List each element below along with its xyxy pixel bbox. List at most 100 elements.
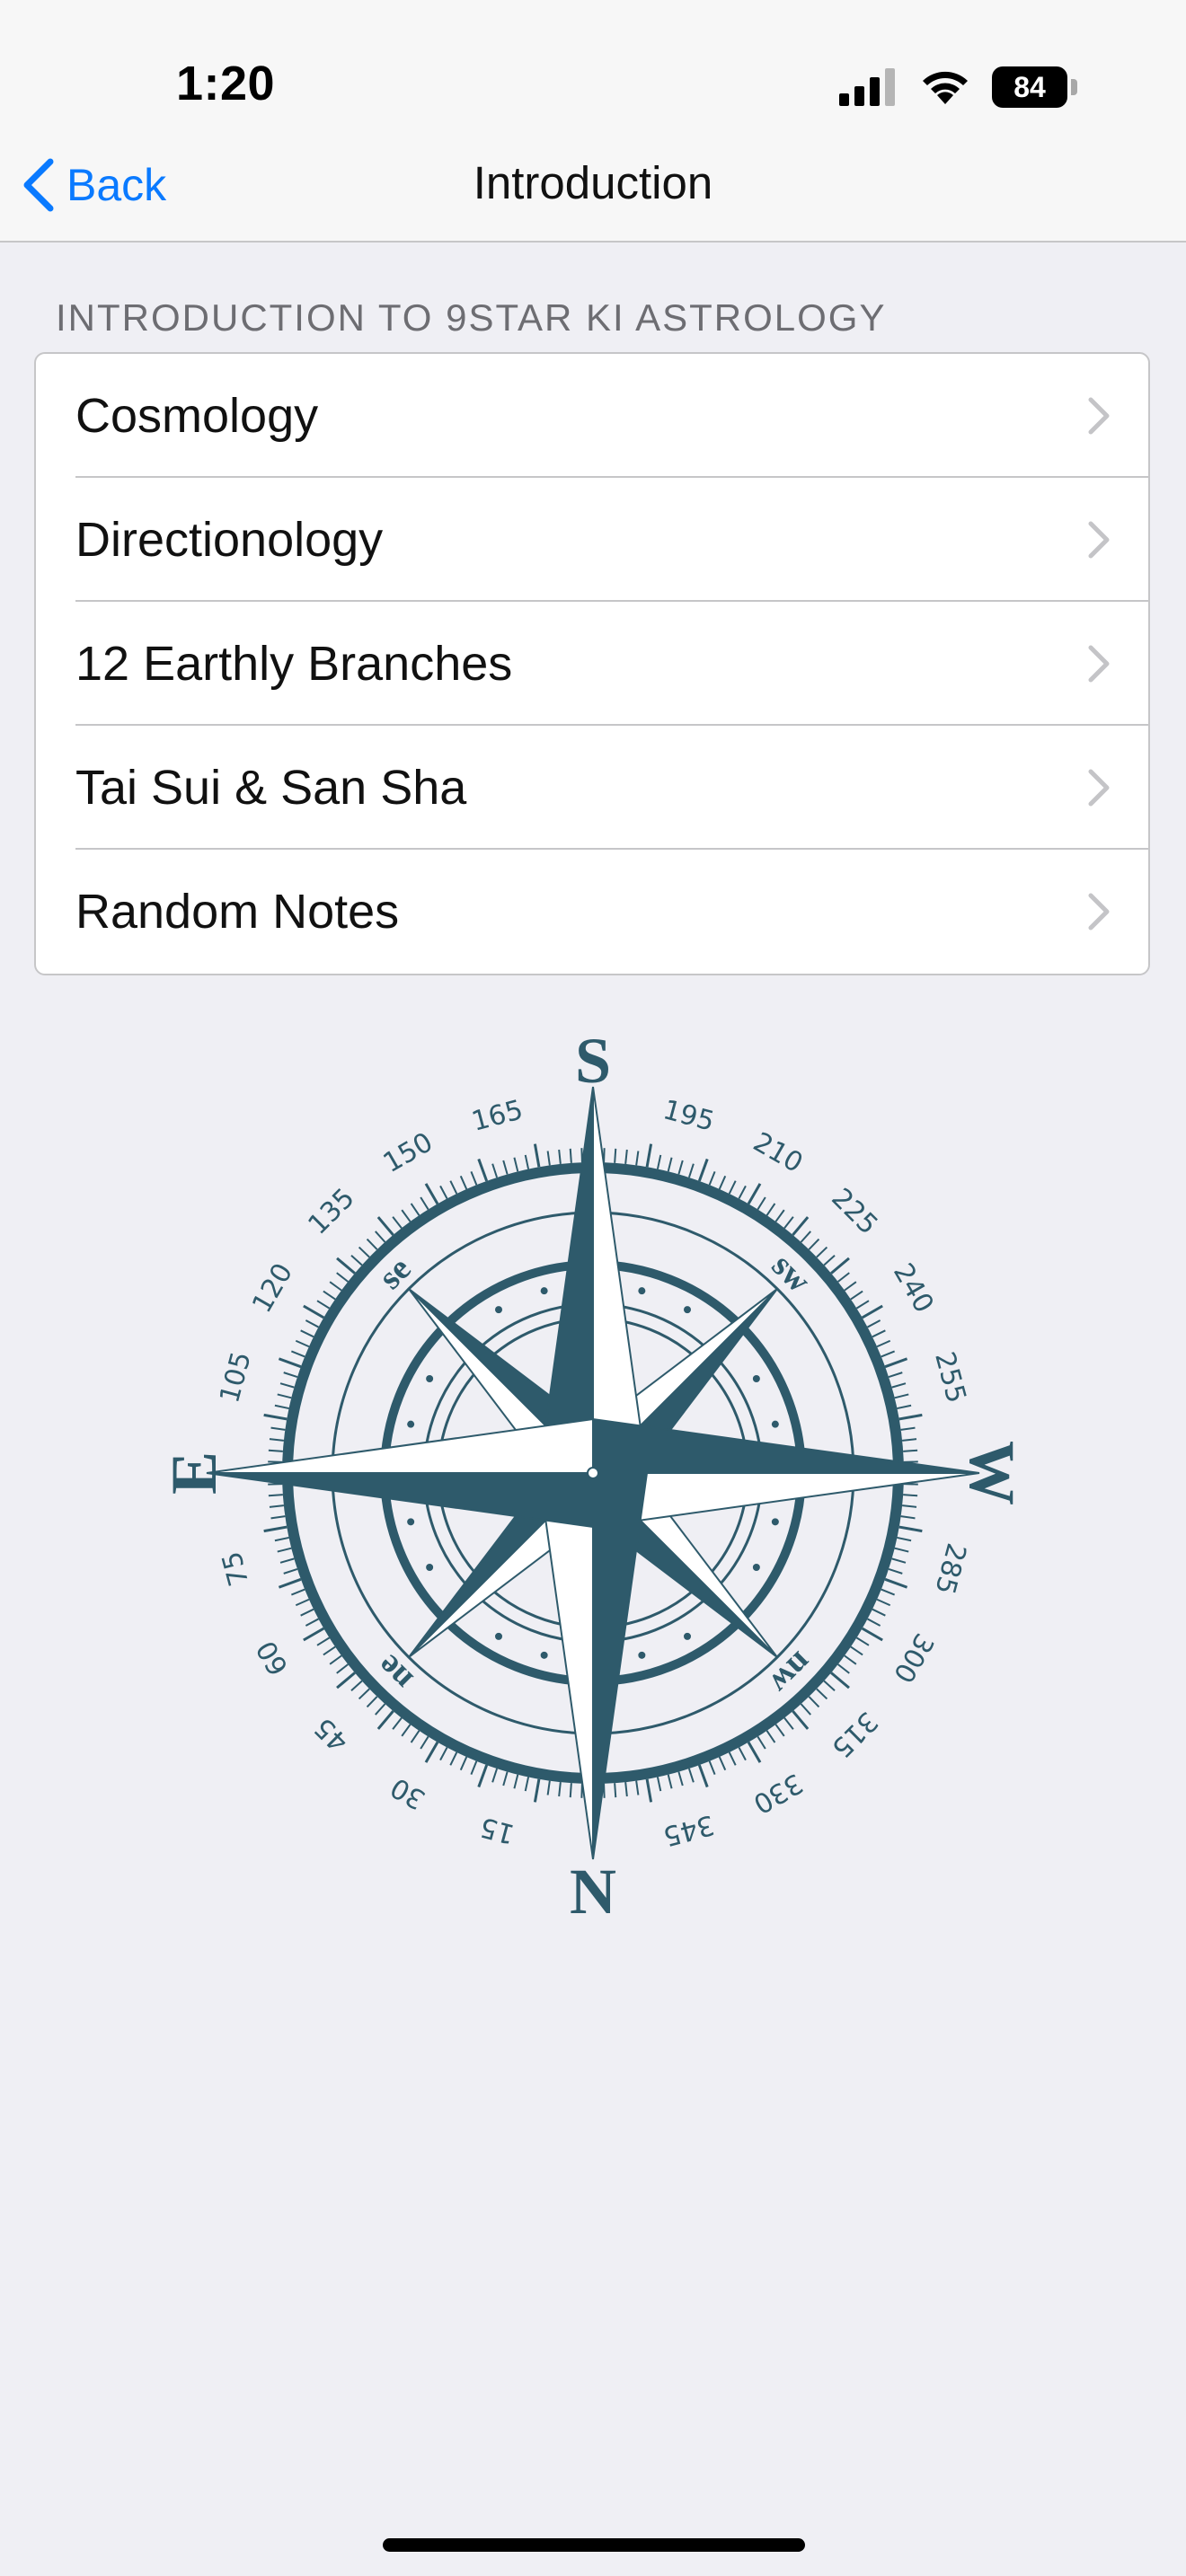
compass-tick <box>316 1636 331 1646</box>
compass-tick <box>439 1185 448 1199</box>
compass-dot <box>771 1420 779 1428</box>
compass-dot <box>495 1632 502 1640</box>
compass-tick <box>687 1163 695 1178</box>
compass-cardinal-right: W <box>956 1441 1028 1505</box>
compass-star-half <box>592 1472 649 1860</box>
compass-degree-label: 240 <box>887 1258 940 1319</box>
list-item-tai-sui[interactable]: Tai Sui & San Sha <box>36 726 1148 850</box>
compass-degree-label: 165 <box>468 1094 526 1138</box>
compass-tick <box>366 1238 378 1250</box>
compass-tick <box>667 1774 673 1789</box>
compass-tick <box>491 1163 499 1178</box>
compass-tick <box>800 1703 811 1716</box>
compass-tick <box>546 1151 551 1166</box>
compass-tick <box>728 1751 737 1766</box>
compass-tick <box>269 1438 284 1442</box>
compass-tick <box>558 1149 562 1164</box>
list-item-earthly-branches[interactable]: 12 Earthly Branches <box>36 602 1148 726</box>
compass-star-half <box>537 1086 594 1474</box>
compass-tick <box>708 1170 716 1186</box>
list-item-directionology[interactable]: Directionology <box>36 478 1148 602</box>
compass-tick <box>295 1598 310 1607</box>
compass-tick <box>830 1672 850 1689</box>
compass-tick <box>891 1557 907 1564</box>
compass-tick <box>894 1393 909 1399</box>
wifi-icon <box>923 71 968 104</box>
compass-tick <box>323 1645 336 1656</box>
list-item-label: Tai Sui & San Sha <box>75 761 467 815</box>
compass-center <box>587 1467 599 1479</box>
compass-tick <box>376 1216 394 1236</box>
compass-star-half <box>592 1086 649 1474</box>
compass-tick <box>279 1557 295 1564</box>
compass-tick <box>470 1760 478 1776</box>
compass-tick <box>366 1696 378 1708</box>
compass-tick <box>667 1157 673 1172</box>
compass-tick <box>477 1764 489 1788</box>
compass-tick <box>502 1771 509 1786</box>
compass-tick <box>513 1774 519 1789</box>
compass-tick <box>277 1547 292 1553</box>
compass-tick <box>645 1143 653 1168</box>
compass-tick <box>269 1504 284 1508</box>
compass-tick <box>823 1255 836 1266</box>
compass-tick <box>718 1756 727 1771</box>
compass-tick <box>876 1598 891 1607</box>
compass-degree-label: 150 <box>378 1126 438 1179</box>
compass-tick <box>888 1372 903 1379</box>
compass-tick <box>624 1149 628 1164</box>
compass-tick <box>897 1404 912 1410</box>
list-item-label: Cosmology <box>75 389 319 443</box>
list-item-random-notes[interactable]: Random Notes <box>36 850 1148 974</box>
compass-tick <box>624 1782 628 1797</box>
compass-rose-image: 195 210 225240 255 285 300315 330 345 15 30 45 60 75… <box>158 1025 1028 1928</box>
compass-degree-label: 345 <box>659 1808 717 1852</box>
compass-degree-label: 135 <box>302 1182 360 1240</box>
compass-tick <box>336 1663 349 1674</box>
compass-tick <box>837 1272 850 1283</box>
compass-tick <box>329 1281 342 1292</box>
compass-degree-label: 60 <box>251 1635 295 1681</box>
page-title: Introduction <box>473 157 713 208</box>
compass-tick <box>303 1627 325 1642</box>
compass-tick <box>881 1588 896 1596</box>
compass-dot <box>407 1518 415 1526</box>
compass-tick <box>279 1382 295 1389</box>
compass-cardinal-top: S <box>575 1025 611 1097</box>
compass-degree-label: 15 <box>477 1811 518 1850</box>
compass-tick <box>410 1203 420 1216</box>
compass-dot <box>638 1287 646 1295</box>
compass-tick <box>303 1304 325 1319</box>
compass-degree-label: 30 <box>385 1771 431 1815</box>
compass-dot <box>684 1632 691 1640</box>
compass-tick <box>524 1154 530 1169</box>
compass-tick <box>898 1413 923 1421</box>
compass-tick <box>855 1300 870 1310</box>
compass-tick <box>687 1768 695 1783</box>
compass-cardinal-bottom: N <box>570 1856 616 1928</box>
compass-tick <box>375 1231 386 1243</box>
compass-tick <box>876 1339 891 1348</box>
compass-tick <box>305 1618 319 1627</box>
compass-tick <box>902 1504 917 1508</box>
battery-level: 84 <box>992 66 1067 108</box>
compass-tick <box>677 1771 684 1786</box>
compass-tick <box>635 1151 640 1166</box>
compass-tick <box>524 1777 530 1792</box>
compass-tick <box>855 1636 870 1646</box>
compass-tick <box>449 1180 458 1195</box>
compass-tick <box>358 1688 370 1700</box>
compass-tick <box>424 1741 439 1763</box>
compass-star-half <box>206 1472 594 1529</box>
compass-tick <box>278 1577 302 1589</box>
compass-degree-label: 330 <box>748 1767 808 1820</box>
compass-tick <box>283 1567 298 1575</box>
compass-star-half <box>537 1472 594 1860</box>
compass-degree-label: 45 <box>308 1711 355 1758</box>
list-item-cosmology[interactable]: Cosmology <box>36 354 1148 478</box>
compass-tick <box>656 1154 662 1169</box>
compass-degree-label: 210 <box>748 1126 808 1179</box>
compass-dot <box>684 1306 691 1314</box>
compass-tick <box>401 1209 412 1222</box>
compass-star-half <box>592 1472 980 1529</box>
